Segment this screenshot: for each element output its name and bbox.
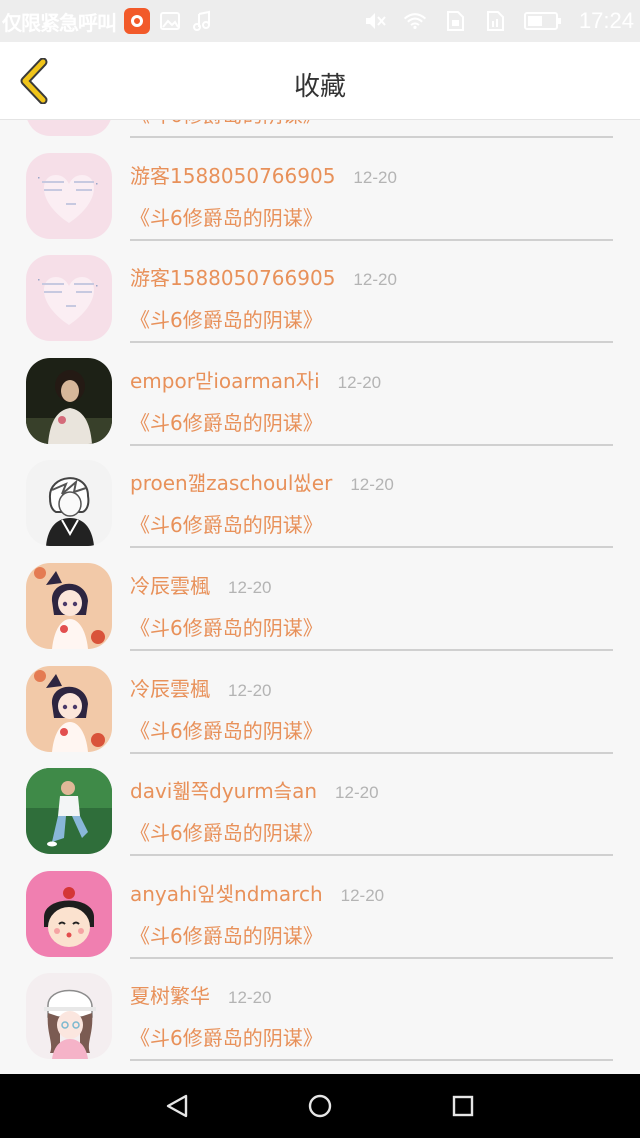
nav-recents-button[interactable] <box>443 1086 483 1126</box>
avatar[interactable] <box>26 768 112 855</box>
favorite-date: 12-20 <box>350 475 394 495</box>
name-line: 冷辰雲楓 12-20 <box>130 570 271 599</box>
favorites-list[interactable]: 游客1588050766905 12-20 《斗6修爵岛的阴谋》 游客15880507… <box>0 120 640 1074</box>
book-title-link[interactable]: 《斗6修爵岛的阴谋》 <box>130 920 323 949</box>
avatar[interactable] <box>26 357 112 444</box>
avatar[interactable] <box>26 120 112 136</box>
favorite-date: 12-20 <box>353 270 397 290</box>
mute-icon <box>363 9 387 33</box>
favorite-date: 12-20 <box>228 988 272 1008</box>
name-line: 冷辰雲楓 12-20 <box>130 673 271 702</box>
favorite-list-item[interactable]: 冷辰雲楓 12-20 《斗6修爵岛的阴谋》 <box>0 651 640 754</box>
user-name[interactable]: proen꺪zaschoul씺er <box>130 467 332 496</box>
book-title-link[interactable]: 《斗6修爵岛的阴谋》 <box>130 1022 323 1051</box>
favorite-date: 12-20 <box>337 372 382 392</box>
name-line: davi휆쪽dyurm슼an 12-20 <box>130 775 379 804</box>
battery-icon <box>523 9 563 33</box>
favorite-list-item[interactable]: 游客1588050766905 12-20 《斗6修爵岛的阴谋》 <box>0 240 640 344</box>
sim-card-icon <box>443 9 467 33</box>
status-right: 17:24 <box>363 8 634 34</box>
user-name[interactable]: 游客1588050766905 <box>130 262 335 291</box>
avatar[interactable] <box>26 665 112 752</box>
status-clock: 17:24 <box>578 8 634 33</box>
carrier-label: 仅限紧急呼叫 <box>2 10 117 35</box>
favorite-list-item[interactable]: 游客158805076690512-20《斗6修爵岛的阴谋》 <box>0 120 640 138</box>
music-icon <box>190 9 214 33</box>
book-title-link[interactable]: 《斗6修爵岛的阴谋》 <box>130 304 323 333</box>
signal-icon <box>483 9 507 33</box>
favorite-list-item[interactable]: 夏树繁华 12-20 《斗6修爵岛的阴谋》 <box>0 958 640 1062</box>
name-line: 游客1588050766905 12-20 <box>130 262 397 291</box>
user-name[interactable]: empor맏ioarman자i <box>130 365 320 394</box>
favorite-date: 12-20 <box>335 783 379 803</box>
favorite-list-item[interactable]: empor맏ioarman자i 12-20 《斗6修爵岛的阴谋》 <box>0 343 640 446</box>
favorite-list-item[interactable]: 冷辰雲楓 12-20 《斗6修爵岛的阴谋》 <box>0 548 640 651</box>
avatar[interactable] <box>26 562 112 649</box>
user-name[interactable]: 冷辰雲楓 <box>130 570 210 599</box>
book-title-link[interactable]: 《斗6修爵岛的阴谋》 <box>130 407 323 436</box>
status-bar: 仅限紧急呼叫 17:24 <box>0 0 640 42</box>
user-name[interactable]: 冷辰雲楓 <box>130 673 210 702</box>
favorite-date: 12-20 <box>228 577 272 597</box>
image-icon <box>158 9 182 33</box>
book-title-link[interactable]: 《斗6修爵岛的阴谋》 <box>130 509 323 538</box>
wifi-icon <box>403 9 427 33</box>
favorite-date: 12-20 <box>228 680 272 700</box>
app-header: 收藏 <box>0 42 640 120</box>
navigation-bar <box>0 1074 640 1138</box>
name-line: 游客1588050766905 12-20 <box>130 160 397 189</box>
user-name[interactable]: anyahi잎셏ndmarch <box>130 878 323 907</box>
avatar[interactable] <box>26 973 112 1060</box>
user-name[interactable]: davi휆쪽dyurm슼an <box>130 775 317 804</box>
row-divider <box>130 1059 613 1062</box>
book-title-link[interactable]: 《斗6修爵岛的阴谋》 <box>130 817 323 846</box>
favorite-list-item[interactable]: 游客1588050766905 12-20 《斗6修爵岛的阴谋》 <box>0 138 640 241</box>
page-title: 收藏 <box>293 72 346 102</box>
book-title-link[interactable]: 《斗6修爵岛的阴谋》 <box>130 612 323 641</box>
favorite-date: 12-20 <box>340 885 385 905</box>
nav-back-button[interactable] <box>157 1086 197 1126</box>
user-name[interactable]: 游客1588050766905 <box>130 160 335 189</box>
nav-home-icon <box>308 1094 332 1118</box>
avatar[interactable] <box>26 152 112 239</box>
favorite-date: 12-20 <box>353 167 397 187</box>
nav-back-icon <box>167 1094 188 1118</box>
nav-recents-icon <box>452 1095 473 1117</box>
favorite-list-item[interactable]: proen꺪zaschoul씺er 12-20 《斗6修爵岛的阴谋》 <box>0 445 640 549</box>
book-title-link[interactable]: 《斗6修爵岛的阴谋》 <box>130 120 323 128</box>
name-line: 夏树繁华 12-20 <box>130 980 271 1009</box>
avatar[interactable] <box>26 870 112 957</box>
avatar[interactable] <box>26 255 112 342</box>
book-title-link[interactable]: 《斗6修爵岛的阴谋》 <box>130 715 323 744</box>
avatar[interactable] <box>26 460 112 547</box>
app-notification-icon <box>124 8 150 34</box>
user-name[interactable]: 夏树繁华 <box>130 980 210 1009</box>
name-line: empor맏ioarman자i 12-20 <box>130 365 381 394</box>
status-left: 仅限紧急呼叫 <box>2 8 214 35</box>
name-line: anyahi잎셏ndmarch 12-20 <box>130 878 384 907</box>
name-line: proen꺪zaschoul씺er 12-20 <box>130 467 394 496</box>
book-title-link[interactable]: 《斗6修爵岛的阴谋》 <box>130 202 323 231</box>
nav-home-button[interactable] <box>300 1086 340 1126</box>
favorite-list-item[interactable]: anyahi잎셏ndmarch 12-20 《斗6修爵岛的阴谋》 <box>0 856 640 959</box>
favorite-list-item[interactable]: davi휆쪽dyurm슼an 12-20 《斗6修爵岛的阴谋》 <box>0 753 640 857</box>
